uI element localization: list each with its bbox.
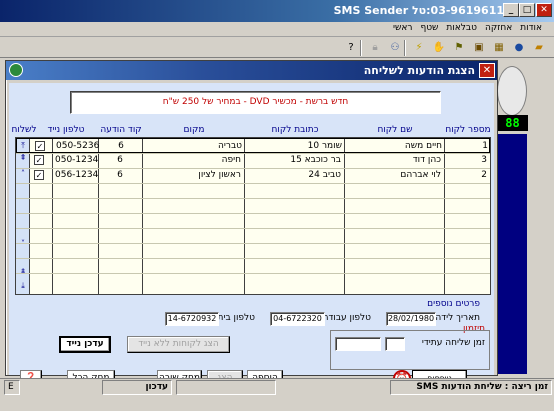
dialog-title: הצגת הודעות לשליחה xyxy=(363,64,475,77)
row-divider xyxy=(16,213,490,214)
cell-address[interactable]: בר כוכבא 15 xyxy=(244,153,344,168)
help-icon[interactable]: ? xyxy=(342,40,360,56)
update-mobile-button[interactable]: עדכן נייד xyxy=(59,336,111,353)
folder-open-icon[interactable]: ▰ xyxy=(530,40,548,56)
cell-message-code[interactable]: 6 xyxy=(99,139,143,154)
cell-customer-no[interactable]: 2 xyxy=(444,168,490,183)
page-down-icon[interactable]: ⇟ xyxy=(17,266,29,277)
menu-item-about[interactable]: אודות xyxy=(516,23,546,33)
header-mobile[interactable]: טלפון נייד xyxy=(33,125,99,137)
cell-customer-name[interactable]: כהן דוד xyxy=(344,153,444,168)
work-phone-label: טלפון עבודה xyxy=(322,313,371,323)
cell-message-code[interactable]: 6 xyxy=(98,153,142,168)
status-panel-left: E xyxy=(4,380,20,395)
maximize-button[interactable]: □ xyxy=(519,3,535,17)
close-button[interactable]: ✕ xyxy=(536,3,552,17)
main-title-bar: 03-9619611:טל SMS Sender _ □ ✕ xyxy=(0,0,554,22)
bolt-icon[interactable]: ⚡ xyxy=(410,40,428,56)
cell-message-code[interactable]: 6 xyxy=(98,168,142,183)
led-display: 88 xyxy=(497,115,528,131)
clock-widget xyxy=(497,66,527,116)
row-divider xyxy=(16,183,490,184)
flag-icon[interactable]: ⚑ xyxy=(450,40,468,56)
toolbar: ▰ ● ▦ ▣ ⚑ ✋ ⚡ ⚇ 🔒︎ ? xyxy=(0,38,554,58)
messages-table: מספר לקוח שם לקוח כתובת לקוח מקום קוד הו… xyxy=(12,125,491,295)
table-row[interactable]: 3 כהן דוד בר כוכבא 15 חיפה 6 050-1234567… xyxy=(16,153,490,168)
future-send-hour-field[interactable] xyxy=(385,337,405,351)
cell-mobile[interactable]: 050-5236147 xyxy=(53,139,99,154)
cell-address[interactable]: טביב 24 xyxy=(244,168,344,183)
status-run-time: זמן ריצה : שליחת הודעות SMS xyxy=(390,380,552,395)
menu-item-main[interactable]: ראשי xyxy=(389,23,417,33)
hand-icon[interactable]: ✋ xyxy=(430,40,448,56)
header-customer-name[interactable]: שם לקוח xyxy=(345,125,445,137)
header-city[interactable]: מקום xyxy=(143,125,245,137)
cell-city[interactable]: ראשון לציון xyxy=(142,168,244,183)
row-divider xyxy=(16,228,490,229)
cell-customer-name[interactable]: חיים משה xyxy=(345,139,445,154)
cell-address[interactable]: שומר 10 xyxy=(245,139,345,154)
app-icon xyxy=(9,63,23,77)
timing-group: זמן שליחה עתידי xyxy=(330,330,490,370)
messages-dialog: הצגת הודעות לשליחה ✕ חדש ברשת - מכשיר DV… xyxy=(5,60,498,387)
row-divider xyxy=(16,258,490,259)
globe-icon[interactable]: ● xyxy=(510,40,528,56)
status-panel-empty xyxy=(176,380,276,395)
menu-bar: ראשי שטף טבלאות אחזקה אודות xyxy=(0,22,554,37)
send-checkbox[interactable]: ✓ xyxy=(35,141,45,151)
table-row[interactable]: 2 לוי אברהם טביב 24 ראשון לציון 6 056-12… xyxy=(16,168,490,183)
birth-date-field[interactable]: 28/02/1980 xyxy=(386,312,436,326)
window-title: 03-9619611:טל SMS Sender xyxy=(333,4,504,17)
status-mode: עדכון xyxy=(102,380,172,395)
menu-item-tables[interactable]: טבלאות xyxy=(442,23,481,33)
cell-customer-no[interactable]: 1 xyxy=(445,139,491,154)
home-phone-field[interactable]: 14-6720932 xyxy=(165,312,219,326)
work-phone-field[interactable]: 04-6722320 xyxy=(270,312,325,326)
cell-city[interactable]: טבריה xyxy=(143,139,245,154)
row-divider xyxy=(16,198,490,199)
send-checkbox[interactable]: ✓ xyxy=(34,170,44,180)
header-send[interactable]: לשלוח xyxy=(7,125,41,137)
cell-mobile[interactable]: 056-1234567 xyxy=(52,168,98,183)
cell-customer-name[interactable]: לוי אברהם xyxy=(344,168,444,183)
lock-icon[interactable]: 🔒︎ xyxy=(366,40,384,56)
cell-city[interactable]: חיפה xyxy=(142,153,244,168)
message-text-box[interactable]: חדש ברשת - מכשיר DVD - במחיר של 250 ש"ח xyxy=(70,91,441,114)
cell-mobile[interactable]: 050-1234567 xyxy=(52,153,98,168)
future-send-date-field[interactable] xyxy=(335,337,381,351)
background-panel xyxy=(497,134,527,374)
status-bar: E עדכון זמן ריצה : שליחת הודעות SMS xyxy=(0,378,554,396)
send-checkbox[interactable]: ✓ xyxy=(34,155,44,165)
toolbar-separator xyxy=(360,40,362,56)
building-icon[interactable]: ▦ xyxy=(490,40,508,56)
home-phone-label: טלפון בית xyxy=(217,313,255,323)
puzzle-icon[interactable]: ▣ xyxy=(470,40,488,56)
dialog-close-button[interactable]: ✕ xyxy=(479,63,495,78)
table-row[interactable]: 1 חיים משה שומר 10 טבריה 6 050-5236147 ✓ xyxy=(16,138,490,153)
last-record-icon[interactable]: ⤓ xyxy=(17,280,29,291)
header-message-code[interactable]: קוד הודעה xyxy=(99,125,143,137)
future-send-label: זמן שליחה עתידי xyxy=(421,338,485,348)
dialog-title-bar: הצגת הודעות לשליחה ✕ xyxy=(6,61,497,80)
cell-customer-no[interactable]: 3 xyxy=(444,153,490,168)
birth-date-label: תאריך לידה xyxy=(435,313,480,323)
toolbar-separator xyxy=(404,40,406,56)
menu-item-flow[interactable]: שטף xyxy=(416,23,442,33)
details-section-title: פרטים נוספים xyxy=(427,299,480,309)
dialog-body: חדש ברשת - מכשיר DVD - במחיר של 250 ש"ח … xyxy=(9,83,494,387)
minimize-button[interactable]: _ xyxy=(503,3,519,17)
row-divider xyxy=(16,243,490,244)
header-customer-no[interactable]: מספר לקוח xyxy=(445,125,491,137)
table-grid: ⤒ ⇞ ˄ ˅ ⇟ ⤓ xyxy=(15,137,491,295)
menu-item-maintenance[interactable]: אחזקה xyxy=(481,23,516,33)
network-icon[interactable]: ⚇ xyxy=(386,40,404,56)
show-customers-without-mobile-button[interactable]: הצג לקוחות ללא נייד xyxy=(127,336,230,353)
header-address[interactable]: כתובת לקוח xyxy=(245,125,345,137)
row-divider xyxy=(16,273,490,274)
